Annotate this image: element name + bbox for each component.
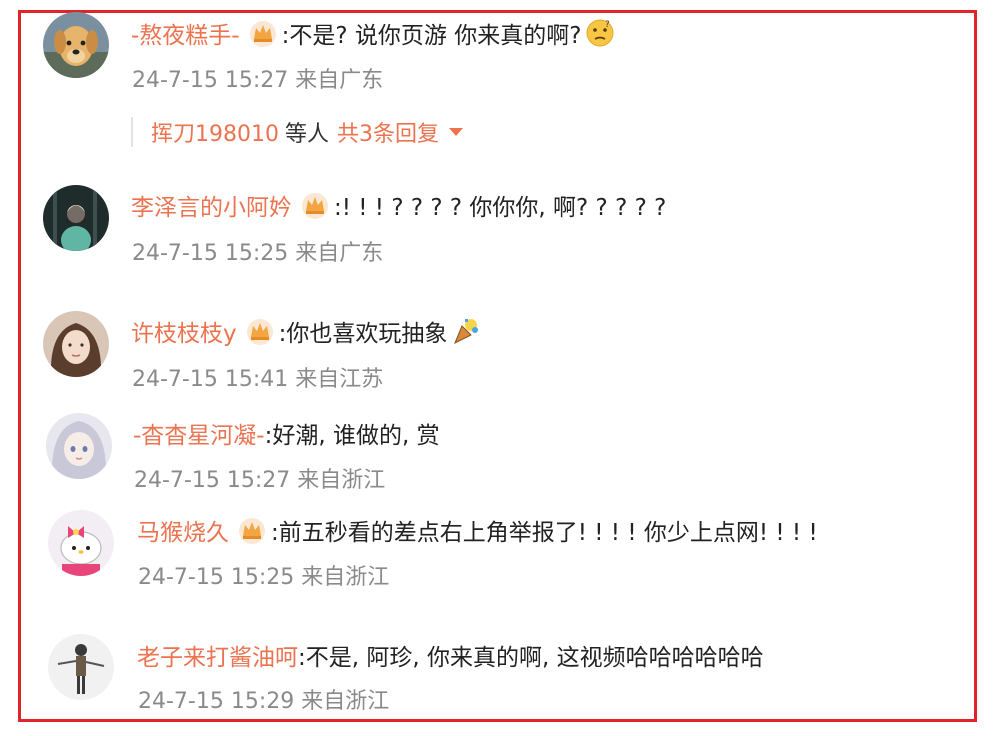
dark-portrait-avatar-icon	[43, 185, 109, 251]
avatar[interactable]	[48, 510, 114, 576]
comment-text: :你也喜欢玩抽象	[278, 321, 448, 347]
avatar[interactable]	[43, 12, 109, 78]
character-figure-avatar-icon	[48, 634, 114, 700]
crown-badge-icon	[300, 190, 330, 220]
username[interactable]: -熬夜糕手-	[131, 16, 240, 50]
comment-time: 24-7-15 15:27	[132, 68, 289, 93]
anime-girl-avatar-icon	[46, 413, 112, 479]
reply-others: 等人	[284, 122, 329, 147]
avatar[interactable]	[48, 634, 114, 700]
reply-summary[interactable]: 挥刀198010 等人 共3条回复	[131, 117, 463, 147]
username[interactable]: 李泽言的小阿妗	[131, 188, 292, 222]
crown-badge-icon	[237, 515, 267, 545]
avatar[interactable]	[43, 311, 109, 377]
comment-location: 来自浙江	[301, 689, 390, 714]
comment-time: 24-7-15 15:41	[132, 367, 289, 392]
avatar[interactable]	[46, 413, 112, 479]
comment-time: 24-7-15 15:27	[134, 468, 291, 493]
svg-text:?: ?	[605, 20, 610, 30]
comment-text: :不是, 阿珍, 你来真的啊, 这视频哈哈哈哈哈哈	[298, 645, 764, 671]
comment-time: 24-7-15 15:25	[132, 241, 289, 266]
comment-text: :不是? 说你页游 你来真的啊?	[281, 23, 582, 49]
comment-text: :好潮, 谁做的, 赏	[264, 423, 440, 449]
thinking-face-emoji: ?	[585, 18, 615, 48]
comment-location: 来自广东	[295, 241, 384, 266]
avatar[interactable]	[43, 185, 109, 251]
comment-time: 24-7-15 15:29	[138, 689, 295, 714]
crown-badge-icon	[245, 316, 275, 346]
comment-location: 来自江苏	[295, 367, 384, 392]
expand-caret-icon[interactable]	[449, 128, 463, 136]
comment-location: 来自广东	[295, 68, 384, 93]
comment-location: 来自浙江	[297, 468, 386, 493]
username[interactable]: 马猴烧久	[137, 513, 229, 547]
party-popper-emoji	[451, 316, 481, 346]
username[interactable]: 老子来打酱油呵	[137, 638, 298, 672]
reply-username[interactable]: 挥刀198010	[151, 116, 279, 148]
crown-badge-icon	[248, 18, 278, 48]
hello-kitty-avatar-icon	[48, 510, 114, 576]
username[interactable]: 许枝枝枝y	[131, 314, 237, 348]
comment-text: :! ! ! ? ? ? ? 你你你, 啊? ? ? ? ?	[334, 195, 667, 221]
comment-text: :前五秒看的差点右上角举报了! ! ! ! 你少上点网! ! ! !	[271, 520, 818, 546]
reply-count[interactable]: 共3条回复	[337, 116, 439, 148]
dog-avatar-icon	[43, 12, 109, 78]
comment-time: 24-7-15 15:25	[138, 565, 295, 590]
username[interactable]: -杳杳星河凝-	[133, 416, 265, 450]
comment-location: 来自浙江	[301, 565, 390, 590]
girl-portrait-avatar-icon	[43, 311, 109, 377]
